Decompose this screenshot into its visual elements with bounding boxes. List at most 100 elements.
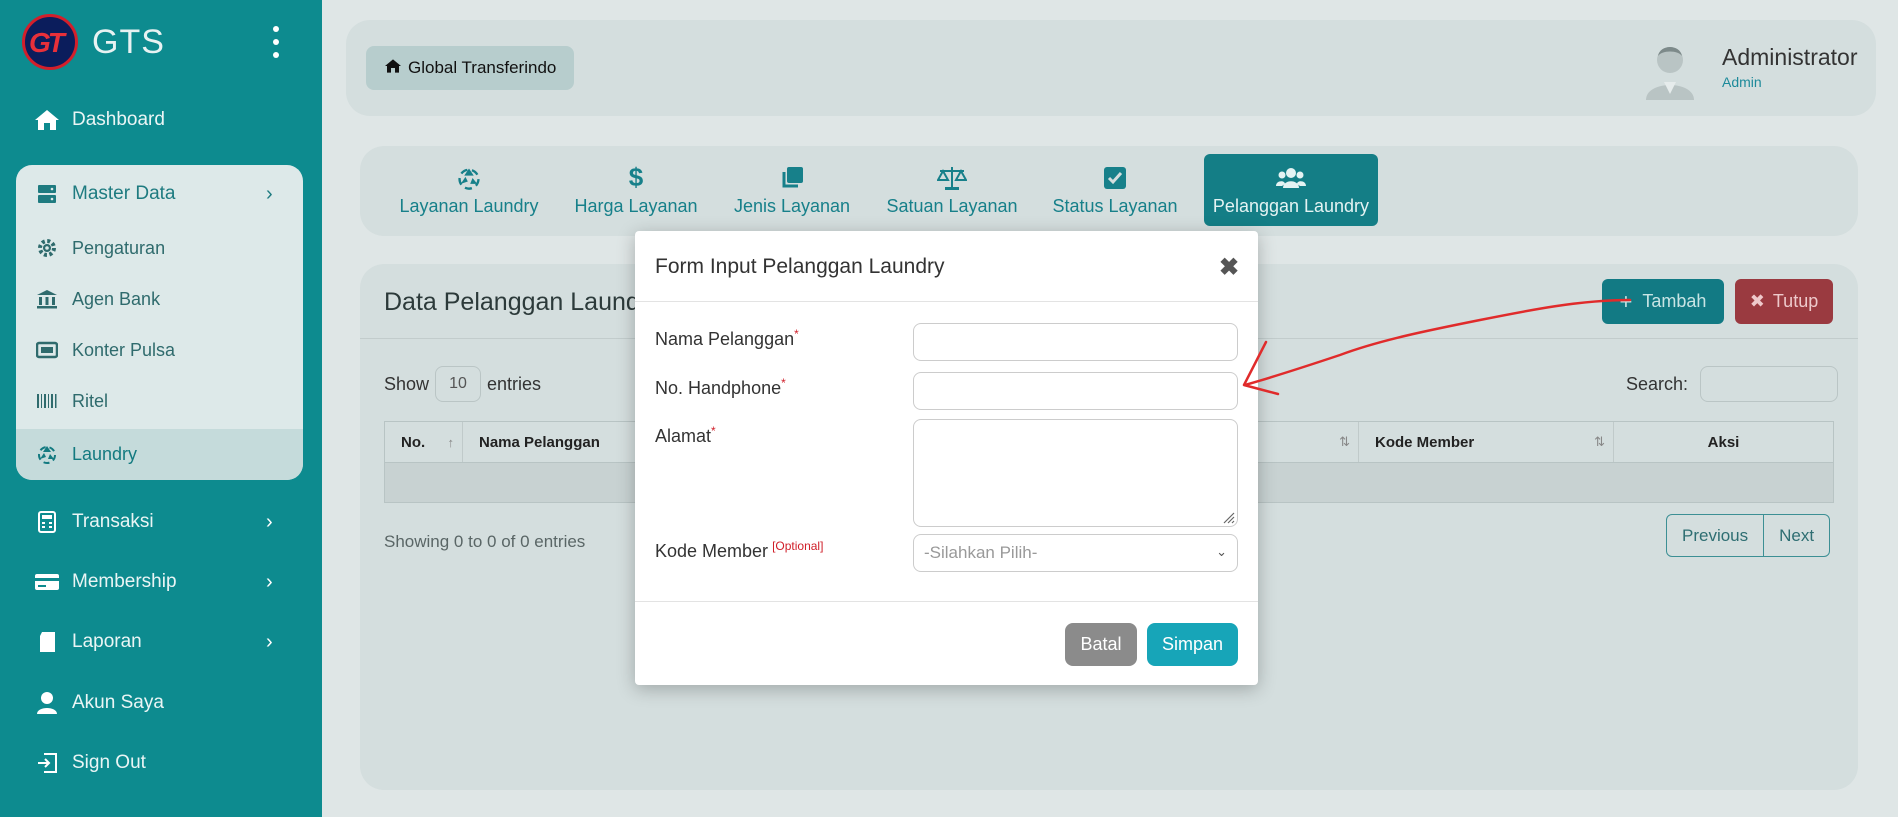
sidebar-item-master-data[interactable]: Master Data ›	[34, 182, 273, 206]
server-icon	[34, 182, 60, 206]
sidebar-item-label: Laundry	[72, 443, 138, 464]
required-mark: *	[711, 424, 716, 438]
sidebar-item-label: Master Data	[72, 183, 176, 204]
pagination: Previous Next	[1666, 514, 1831, 557]
sidebar-item-akun-saya[interactable]: Akun Saya	[34, 691, 164, 715]
sidebar-item-label: Transaksi	[72, 511, 154, 532]
sidebar-item-dashboard[interactable]: Dashboard	[34, 108, 165, 132]
calculator-icon	[34, 510, 60, 534]
chevron-right-icon: ›	[266, 510, 273, 533]
recycle-icon	[34, 443, 60, 465]
tab-layanan-laundry[interactable]: Layanan Laundry	[396, 154, 542, 226]
table-info: Showing 0 to 0 of 0 entries	[384, 532, 586, 551]
sidebar-item-sign-out[interactable]: Sign Out	[34, 751, 146, 775]
brand-logo: GT	[22, 14, 78, 70]
sidebar-item-label: Laporan	[72, 631, 142, 652]
required-mark: *	[781, 376, 786, 390]
sidebar-item-ritel[interactable]: Ritel	[34, 390, 108, 412]
avatar[interactable]	[1642, 40, 1698, 100]
divider	[635, 301, 1258, 302]
sidebar-item-label: Ritel	[72, 390, 109, 411]
user-icon	[34, 691, 60, 715]
tab-label: Jenis Layanan	[733, 195, 851, 216]
sidebar-item-membership[interactable]: Membership ›	[34, 570, 273, 594]
page-length-select[interactable]: 10	[435, 366, 482, 402]
tab-label: Layanan Laundry	[399, 195, 539, 216]
book-icon	[34, 630, 60, 654]
previous-button[interactable]: Previous	[1667, 515, 1765, 556]
sidebar-item-agen-bank[interactable]: Agen Bank	[34, 288, 160, 310]
brand-name: GTS	[92, 22, 165, 61]
column-header-no[interactable]: No. ↑	[385, 422, 463, 462]
close-icon: ✖	[1749, 291, 1765, 311]
search-input[interactable]	[1700, 366, 1839, 402]
no-handphone-input[interactable]	[913, 372, 1238, 410]
tab-label: Status Layanan	[1052, 195, 1178, 216]
tab-satuan-layanan[interactable]: Satuan Layanan	[884, 154, 1020, 226]
barcode-icon	[34, 390, 60, 412]
tab-pelanggan-laundry[interactable]: Pelanggan Laundry	[1204, 154, 1378, 226]
kode-member-label: Kode Member [Optional]	[655, 539, 824, 561]
sort-icon: ⇅	[1594, 434, 1605, 449]
check-square-icon	[1103, 164, 1127, 192]
required-mark: *	[794, 327, 799, 341]
recycle-icon	[455, 164, 483, 192]
column-header-aksi: Aksi	[1707, 433, 1740, 451]
chevron-right-icon: ›	[266, 630, 273, 653]
simpan-button[interactable]: Simpan	[1147, 623, 1238, 666]
nama-pelanggan-label: Nama Pelanggan*	[655, 327, 799, 349]
tab-label: Pelanggan Laundry	[1212, 195, 1370, 216]
sidebar-item-laundry[interactable]: Laundry	[34, 443, 137, 465]
tab-label: Satuan Layanan	[886, 195, 1018, 216]
bank-icon	[34, 288, 60, 310]
user-role: Admin	[1722, 74, 1762, 90]
alamat-label: Alamat*	[655, 424, 716, 446]
device-icon	[34, 339, 60, 361]
resize-grip-icon[interactable]	[1221, 510, 1235, 524]
sidebar-item-konter-pulsa[interactable]: Konter Pulsa	[34, 339, 175, 361]
plus-icon: +	[1619, 288, 1633, 314]
sidebar-item-label: Agen Bank	[72, 288, 161, 309]
kebab-menu-icon[interactable]	[270, 26, 282, 58]
sidebar-item-label: Sign Out	[72, 752, 146, 773]
sidebar-item-label: Pengaturan	[72, 237, 166, 258]
modal-title: Form Input Pelanggan Laundry	[655, 255, 945, 278]
form-modal: Form Input Pelanggan Laundry ✖ Nama Pela…	[635, 231, 1258, 685]
breadcrumb-label: Global Transferindo	[408, 58, 557, 77]
batal-button[interactable]: Batal	[1065, 623, 1137, 666]
user-name: Administrator	[1722, 44, 1858, 70]
tambah-button[interactable]: + Tambah	[1602, 279, 1724, 324]
sort-asc-icon: ↑	[447, 434, 455, 450]
users-icon	[1275, 164, 1307, 192]
balance-scale-icon	[937, 164, 967, 192]
tutup-button[interactable]: ✖ Tutup	[1735, 279, 1833, 324]
optional-mark: [Optional]	[772, 539, 824, 553]
kode-member-select[interactable]: -Silahkan Pilih- ⌄	[913, 534, 1238, 572]
no-handphone-label: No. Handphone*	[655, 376, 786, 398]
next-button[interactable]: Next	[1764, 515, 1829, 556]
chevron-right-icon: ›	[266, 570, 273, 593]
sort-icon: ⇅	[1339, 434, 1350, 449]
tab-harga-layanan[interactable]: $ Harga Layanan	[572, 154, 700, 226]
dollar-icon: $	[628, 162, 644, 192]
card-title: Data Pelanggan Laundry	[384, 288, 661, 316]
sidebar: GT GTS Dashboard Master Data › Pengatura…	[0, 0, 322, 817]
sidebar-item-transaksi[interactable]: Transaksi ›	[34, 510, 273, 534]
nama-pelanggan-input[interactable]	[913, 323, 1238, 361]
sidebar-item-label: Akun Saya	[72, 692, 164, 713]
breadcrumb[interactable]: Global Transferindo	[366, 46, 575, 90]
sidebar-item-laporan[interactable]: Laporan ›	[34, 630, 273, 654]
tab-label: Harga Layanan	[574, 195, 698, 216]
chevron-down-icon: ⌄	[1216, 544, 1227, 559]
table-search: Search:	[1626, 366, 1839, 402]
tab-status-layanan[interactable]: Status Layanan	[1050, 154, 1180, 226]
brand[interactable]: GT GTS	[22, 14, 165, 70]
tab-jenis-layanan[interactable]: Jenis Layanan	[732, 154, 852, 226]
gear-icon	[34, 237, 60, 259]
sign-out-icon	[34, 751, 60, 775]
close-icon[interactable]: ✖	[1219, 253, 1239, 282]
sidebar-item-pengaturan[interactable]: Pengaturan	[34, 237, 165, 259]
alamat-textarea[interactable]	[913, 419, 1238, 527]
column-header-kode-member[interactable]: Kode Member ⇅	[1359, 422, 1614, 462]
chevron-right-icon: ›	[266, 182, 273, 205]
